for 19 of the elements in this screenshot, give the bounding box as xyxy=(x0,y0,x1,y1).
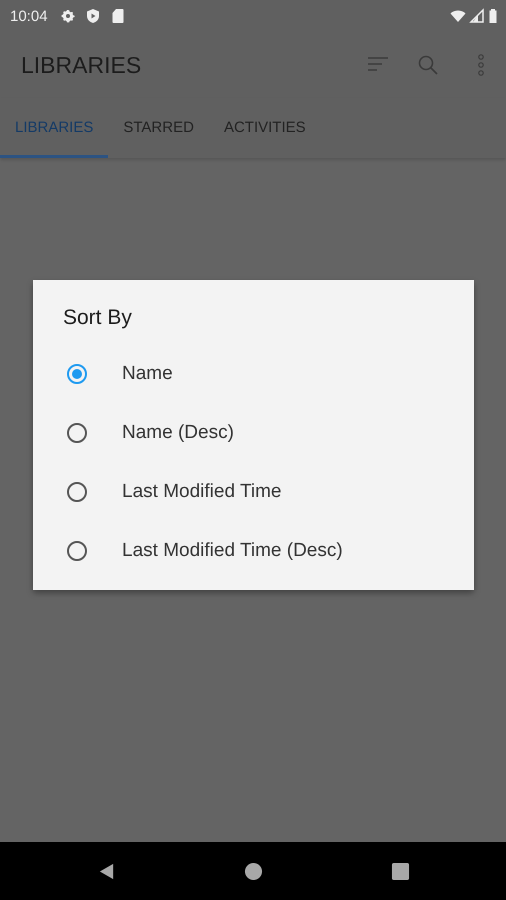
sd-card-icon xyxy=(110,8,126,24)
radio-button[interactable] xyxy=(67,422,87,442)
signal-icon xyxy=(469,8,485,24)
recents-icon[interactable] xyxy=(390,862,410,880)
gear-icon xyxy=(60,8,76,24)
status-time: 10:04 xyxy=(10,8,48,24)
option-label[interactable]: Name xyxy=(122,362,173,384)
option-label[interactable]: Last Modified Time xyxy=(122,480,282,502)
home-icon[interactable] xyxy=(244,862,262,880)
option-label[interactable]: Last Modified Time (Desc) xyxy=(122,540,343,562)
dialog-title: Sort By xyxy=(63,306,133,330)
screen-title: LIBRARIES xyxy=(21,52,142,78)
radio-button[interactable] xyxy=(67,364,87,384)
radio-button[interactable] xyxy=(67,540,87,560)
battery-icon xyxy=(488,8,498,24)
wifi-icon xyxy=(450,8,466,24)
option-label[interactable]: Name (Desc) xyxy=(122,422,234,444)
shield-play-icon xyxy=(84,8,101,24)
radio-button[interactable] xyxy=(67,482,87,502)
